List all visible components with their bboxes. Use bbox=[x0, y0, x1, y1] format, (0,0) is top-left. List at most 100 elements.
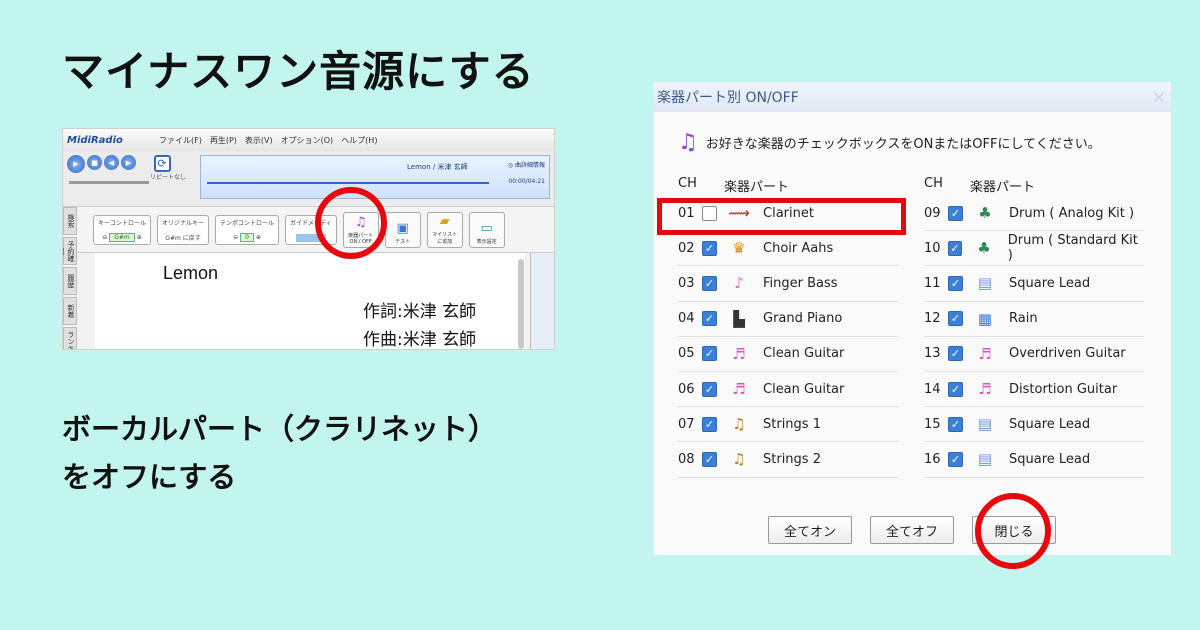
side-tab[interactable]: 履歴 bbox=[63, 267, 77, 295]
channel-row-07: 07 ✓ ♫ Strings 1 bbox=[678, 407, 898, 443]
column-header: CH 楽器パート bbox=[924, 176, 1144, 196]
mylist-label-1: マイリスト bbox=[432, 231, 458, 238]
channel-column-right: CH 楽器パート 09 ✓ ♣ Drum ( Analog Kit ) 10 ✓ ♣ Drum… bbox=[924, 176, 1144, 478]
menu-item[interactable]: ファイル(F) bbox=[159, 135, 202, 146]
forward-icon[interactable]: ▶ bbox=[121, 155, 136, 170]
rewind-icon[interactable]: ◀ bbox=[104, 155, 119, 170]
channel-checkbox[interactable]: ✓ bbox=[948, 275, 963, 291]
player-area: ▶ ■ ◀ ▶ ⟳ リピートなし Lemon / 米津 玄師 ◎ 曲詳細情報 0… bbox=[63, 151, 554, 207]
channel-number: 14 bbox=[924, 381, 941, 397]
channel-checkbox[interactable]: ✓ bbox=[702, 451, 717, 467]
channel-number: 08 bbox=[678, 451, 695, 467]
channel-checkbox[interactable]: ✓ bbox=[948, 381, 963, 397]
close-icon[interactable]: × bbox=[1147, 87, 1171, 108]
menu-item[interactable]: 再生(P) bbox=[210, 135, 237, 146]
channel-checkbox[interactable]: ✓ bbox=[947, 240, 963, 256]
channel-instrument-name: Drum ( Standard Kit ) bbox=[1007, 233, 1138, 264]
test-button[interactable]: ▣ テスト bbox=[384, 211, 421, 248]
volume-slider[interactable] bbox=[69, 181, 149, 184]
side-tab[interactable]: ランキ bbox=[63, 327, 77, 349]
side-tabs: 検索予約確認履歴新着ランキ bbox=[63, 207, 77, 349]
guitar-icon: ♬ bbox=[978, 380, 992, 399]
instrument-onoff-dialog: 楽器パート別 ON/OFF × ♫ お好きな楽器のチェックボックスをONまたはO… bbox=[654, 82, 1171, 555]
channel-checkbox[interactable]: ✓ bbox=[702, 311, 717, 327]
side-tab[interactable]: 予約確認 bbox=[63, 237, 77, 265]
channel-number: 06 bbox=[678, 381, 695, 397]
channel-checkbox[interactable]: ✓ bbox=[948, 346, 963, 362]
synth-icon: ▤ bbox=[977, 415, 993, 434]
original-key-value: G#m に戻す bbox=[165, 234, 201, 242]
channel-checkbox[interactable]: ✓ bbox=[948, 451, 963, 467]
mylist-button[interactable]: ▰ マイリスト に追加 bbox=[426, 211, 463, 248]
channel-instrument-name: Clean Guitar bbox=[763, 346, 845, 362]
monitor-icon: ▭ bbox=[480, 220, 493, 236]
channel-number: 15 bbox=[924, 416, 941, 432]
menu-item[interactable]: 表示(V) bbox=[245, 135, 273, 146]
play-icon[interactable]: ▶ bbox=[67, 155, 85, 173]
side-tab[interactable]: 検索 bbox=[63, 207, 77, 235]
menu-item[interactable]: オプション(O) bbox=[281, 135, 334, 146]
channel-row-04: 04 ✓ ▙ Grand Piano bbox=[678, 302, 898, 337]
repeat-label: リピートなし bbox=[150, 174, 187, 181]
player-controls: ▶ ■ ◀ ▶ bbox=[67, 155, 136, 173]
song-title: Lemon / 米津 玄師 bbox=[407, 163, 468, 171]
right-pane bbox=[530, 253, 554, 349]
stop-icon[interactable]: ■ bbox=[87, 155, 102, 170]
track-display: Lemon / 米津 玄師 ◎ 曲詳細情報 00:00/04:21 bbox=[200, 155, 550, 199]
channel-checkbox[interactable]: ✓ bbox=[948, 311, 963, 327]
test-button-label: テスト bbox=[395, 238, 411, 245]
mylist-label-2: に追加 bbox=[437, 238, 453, 245]
channel-row-11: 11 ✓ ▤ Square Lead bbox=[924, 266, 1144, 302]
channel-instrument-name: Drum ( Analog Kit ) bbox=[1009, 205, 1135, 221]
song-detail-link[interactable]: ◎ 曲詳細情報 bbox=[508, 160, 545, 169]
key-control[interactable]: キーコントロール ⊖ G#m ⊕ bbox=[93, 214, 152, 245]
channel-instrument-name: Square Lead bbox=[1009, 451, 1091, 467]
all-on-button[interactable]: 全てオン bbox=[768, 516, 852, 544]
all-off-button[interactable]: 全てオフ bbox=[870, 516, 954, 544]
repeat-icon: ⟳ bbox=[153, 155, 171, 172]
test-icon: ▣ bbox=[396, 220, 409, 236]
page-title: マイナスワン音源にする bbox=[62, 47, 535, 96]
tempo-control[interactable]: テンポコントロール ⊖ 0 ⊕ bbox=[215, 214, 280, 245]
channel-instrument-name: Strings 2 bbox=[763, 451, 821, 467]
original-key[interactable]: オリジナルキー G#m に戻す bbox=[157, 214, 210, 245]
channel-checkbox[interactable]: ✓ bbox=[702, 275, 717, 291]
synth-icon: ▤ bbox=[977, 450, 993, 469]
channel-row-02: 02 ✓ ♛ Choir Aahs bbox=[678, 231, 898, 267]
piano-icon: ▙ bbox=[733, 309, 745, 328]
menu-item[interactable]: ヘルプ(H) bbox=[341, 135, 377, 146]
app-menubar: MidiRadio ファイル(F) 再生(P) 表示(V) オプション(O) ヘルプ(H… bbox=[63, 129, 554, 151]
channel-checkbox[interactable]: ✓ bbox=[702, 416, 717, 432]
column-header-part: 楽器パート bbox=[724, 180, 790, 195]
instruction-line-2: をオフにする bbox=[62, 460, 237, 494]
display-settings-button[interactable]: ▭ 表示設定 bbox=[468, 211, 505, 248]
channel-checkbox[interactable]: ✓ bbox=[948, 416, 963, 432]
channel-number: 05 bbox=[678, 346, 695, 362]
guitar-icon: ♬ bbox=[978, 344, 992, 363]
lyrics-panel: Lemon 作詞:米津 玄師 作曲:米津 玄師 bbox=[95, 253, 525, 349]
channel-instrument-name: Square Lead bbox=[1009, 275, 1091, 291]
synth-icon: ▤ bbox=[977, 274, 993, 293]
seek-bar[interactable] bbox=[207, 182, 489, 184]
lyrics-scrollbar[interactable] bbox=[518, 259, 524, 349]
channel-checkbox[interactable]: ✓ bbox=[948, 205, 963, 221]
channel-row-15: 15 ✓ ▤ Square Lead bbox=[924, 407, 1144, 443]
choir-icon: ♛ bbox=[732, 239, 746, 258]
channel-checkbox[interactable]: ✓ bbox=[702, 240, 717, 256]
channel-instrument-name: Finger Bass bbox=[763, 275, 838, 291]
midiradio-app-screenshot: MidiRadio ファイル(F) 再生(P) 表示(V) オプション(O) ヘルプ(H… bbox=[62, 128, 555, 350]
repeat-button[interactable]: ⟳ リピートなし bbox=[150, 155, 186, 181]
side-tab[interactable]: 新着 bbox=[63, 297, 77, 325]
channel-checkbox[interactable]: ✓ bbox=[702, 346, 717, 362]
clarinet-highlight-box bbox=[657, 198, 906, 235]
instruction-text: ボーカルパート（クラリネット） をオフにする bbox=[62, 405, 497, 501]
channel-row-08: 08 ✓ ♫ Strings 2 bbox=[678, 442, 898, 478]
channel-checkbox[interactable]: ✓ bbox=[702, 381, 717, 397]
channel-number: 04 bbox=[678, 311, 695, 327]
channel-number: 02 bbox=[678, 240, 695, 256]
key-control-value: G#m bbox=[109, 232, 135, 242]
play-time: 00:00/04:21 bbox=[508, 178, 545, 185]
channel-row-09: 09 ✓ ♣ Drum ( Analog Kit ) bbox=[924, 196, 1144, 232]
channel-row-03: 03 ✓ ♪ Finger Bass bbox=[678, 266, 898, 302]
dialog-message-text: お好きな楽器のチェックボックスをONまたはOFFにしてください。 bbox=[705, 137, 1101, 152]
